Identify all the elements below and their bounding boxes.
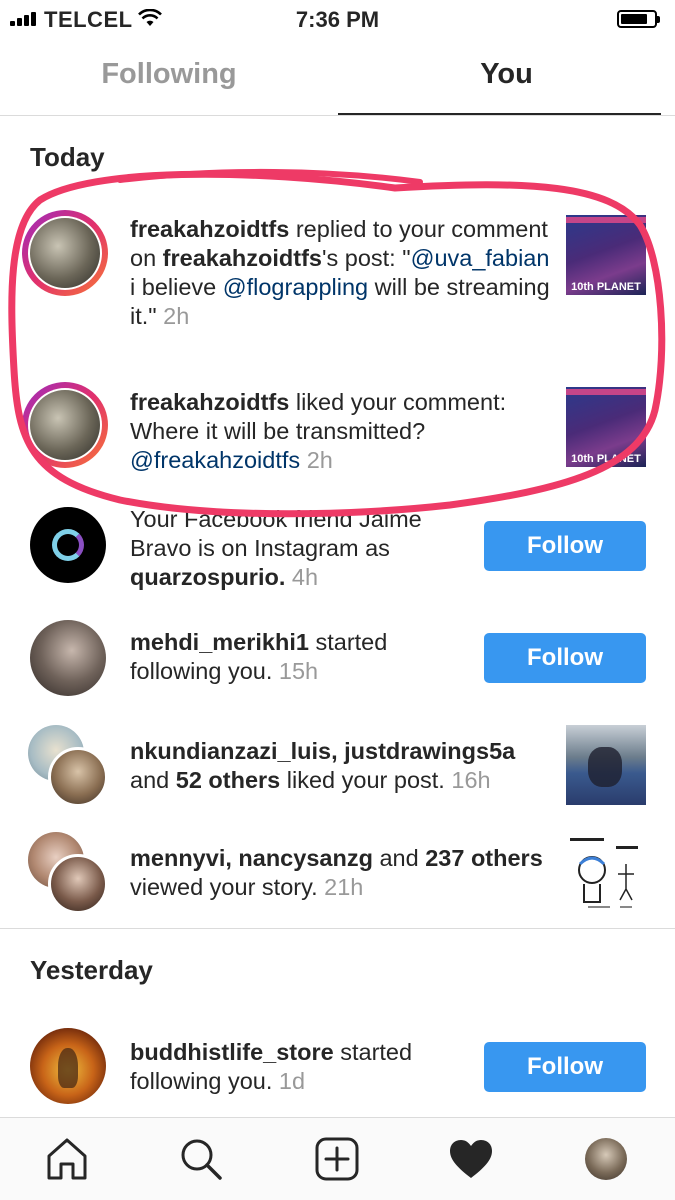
username[interactable]: freakahzoidtfs <box>163 245 322 271</box>
follow-button[interactable]: Follow <box>484 633 646 683</box>
timestamp: 2h <box>306 447 333 473</box>
username[interactable]: mennyvi, nancysanzg <box>130 845 373 871</box>
notification-text: Your Facebook friend Jaime Bravo is on I… <box>130 506 422 590</box>
home-icon[interactable] <box>44 1136 90 1182</box>
username[interactable]: nkundianzazi_luis, justdrawings5a <box>130 738 515 764</box>
others-count[interactable]: 237 others <box>425 845 543 871</box>
activity-heart-icon[interactable] <box>448 1136 494 1182</box>
section-title-yesterday: Yesterday <box>30 955 153 985</box>
avatar[interactable] <box>30 620 106 696</box>
notification-facebook-friend[interactable]: Your Facebook friend Jaime Bravo is on I… <box>0 505 675 595</box>
timestamp: 2h <box>163 303 190 329</box>
section-divider <box>0 928 675 929</box>
status-bar: TELCEL 7:36 PM <box>0 0 675 38</box>
username[interactable]: freakahzoidtfs <box>130 216 289 242</box>
search-icon[interactable] <box>178 1136 224 1182</box>
clock: 7:36 PM <box>295 7 380 32</box>
notification-reply[interactable]: freakahzoidtfs replied to your comment o… <box>0 208 675 368</box>
avatar[interactable] <box>30 507 106 583</box>
avatar[interactable] <box>30 1028 106 1104</box>
tab-you[interactable]: You <box>338 58 675 91</box>
post-thumbnail[interactable]: 10th PLANET <box>566 387 646 467</box>
post-thumbnail[interactable]: 10th PLANET <box>566 215 646 295</box>
battery-icon <box>617 10 660 28</box>
timestamp: 4h <box>291 564 319 590</box>
avatar[interactable] <box>48 854 108 914</box>
timestamp: 15h <box>278 658 319 684</box>
notification-text: buddhistlife_store started following you… <box>130 1039 413 1094</box>
timestamp: 16h <box>451 767 491 793</box>
thumbnail-caption: 10th PLANET <box>571 281 641 293</box>
active-tab-indicator <box>338 113 661 115</box>
new-post-icon[interactable] <box>314 1136 360 1182</box>
avatar[interactable] <box>22 210 108 296</box>
story-drawing-icon <box>570 838 638 908</box>
others-count[interactable]: 52 others <box>176 767 281 793</box>
timestamp: 21h <box>324 874 364 900</box>
mention-link[interactable]: @flograppling <box>223 274 368 300</box>
profile-avatar[interactable] <box>585 1138 627 1180</box>
notification-like[interactable]: freakahzoidtfs liked your comment: Where… <box>0 380 675 480</box>
section-title-today: Today <box>30 142 105 172</box>
thumbnail-caption: 10th PLANET <box>571 453 641 465</box>
bottom-nav <box>0 1117 675 1200</box>
activity-tabs: Following You <box>0 40 675 116</box>
notification-text: nkundianzazi_luis, justdrawings5a and 52… <box>130 738 516 793</box>
mention-link[interactable]: @uva_fabian <box>411 245 550 271</box>
username[interactable]: freakahzoidtfs <box>130 389 289 415</box>
notification-text: freakahzoidtfs replied to your comment o… <box>130 216 550 329</box>
username[interactable]: buddhistlife_store <box>130 1039 334 1065</box>
avatar[interactable] <box>22 382 108 468</box>
notification-text: mehdi_merikhi1 started following you. 15… <box>130 629 388 684</box>
notification-post-likes[interactable]: nkundianzazi_luis, justdrawings5a and 52… <box>0 725 675 807</box>
notification-text: mennyvi, nancysanzg and 237 others viewe… <box>130 845 543 900</box>
timestamp: 1d <box>278 1068 306 1094</box>
notification-text: freakahzoidtfs liked your comment: Where… <box>130 389 507 473</box>
story-thumbnail[interactable] <box>566 834 646 914</box>
follow-button[interactable]: Follow <box>484 1042 646 1092</box>
post-thumbnail[interactable] <box>566 725 646 805</box>
notification-story-views[interactable]: mennyvi, nancysanzg and 237 others viewe… <box>0 832 675 914</box>
notification-follow[interactable]: buddhistlife_store started following you… <box>0 1028 675 1108</box>
mention-link[interactable]: @freakahzoidtfs <box>130 447 300 473</box>
username[interactable]: mehdi_merikhi1 <box>130 629 309 655</box>
avatar[interactable] <box>48 747 108 807</box>
username[interactable]: quarzospurio. <box>130 564 285 590</box>
highlight-circle-annotation <box>8 168 666 518</box>
tab-following[interactable]: Following <box>0 58 338 91</box>
notification-follow[interactable]: mehdi_merikhi1 started following you. 15… <box>0 618 675 698</box>
follow-button[interactable]: Follow <box>484 521 646 571</box>
